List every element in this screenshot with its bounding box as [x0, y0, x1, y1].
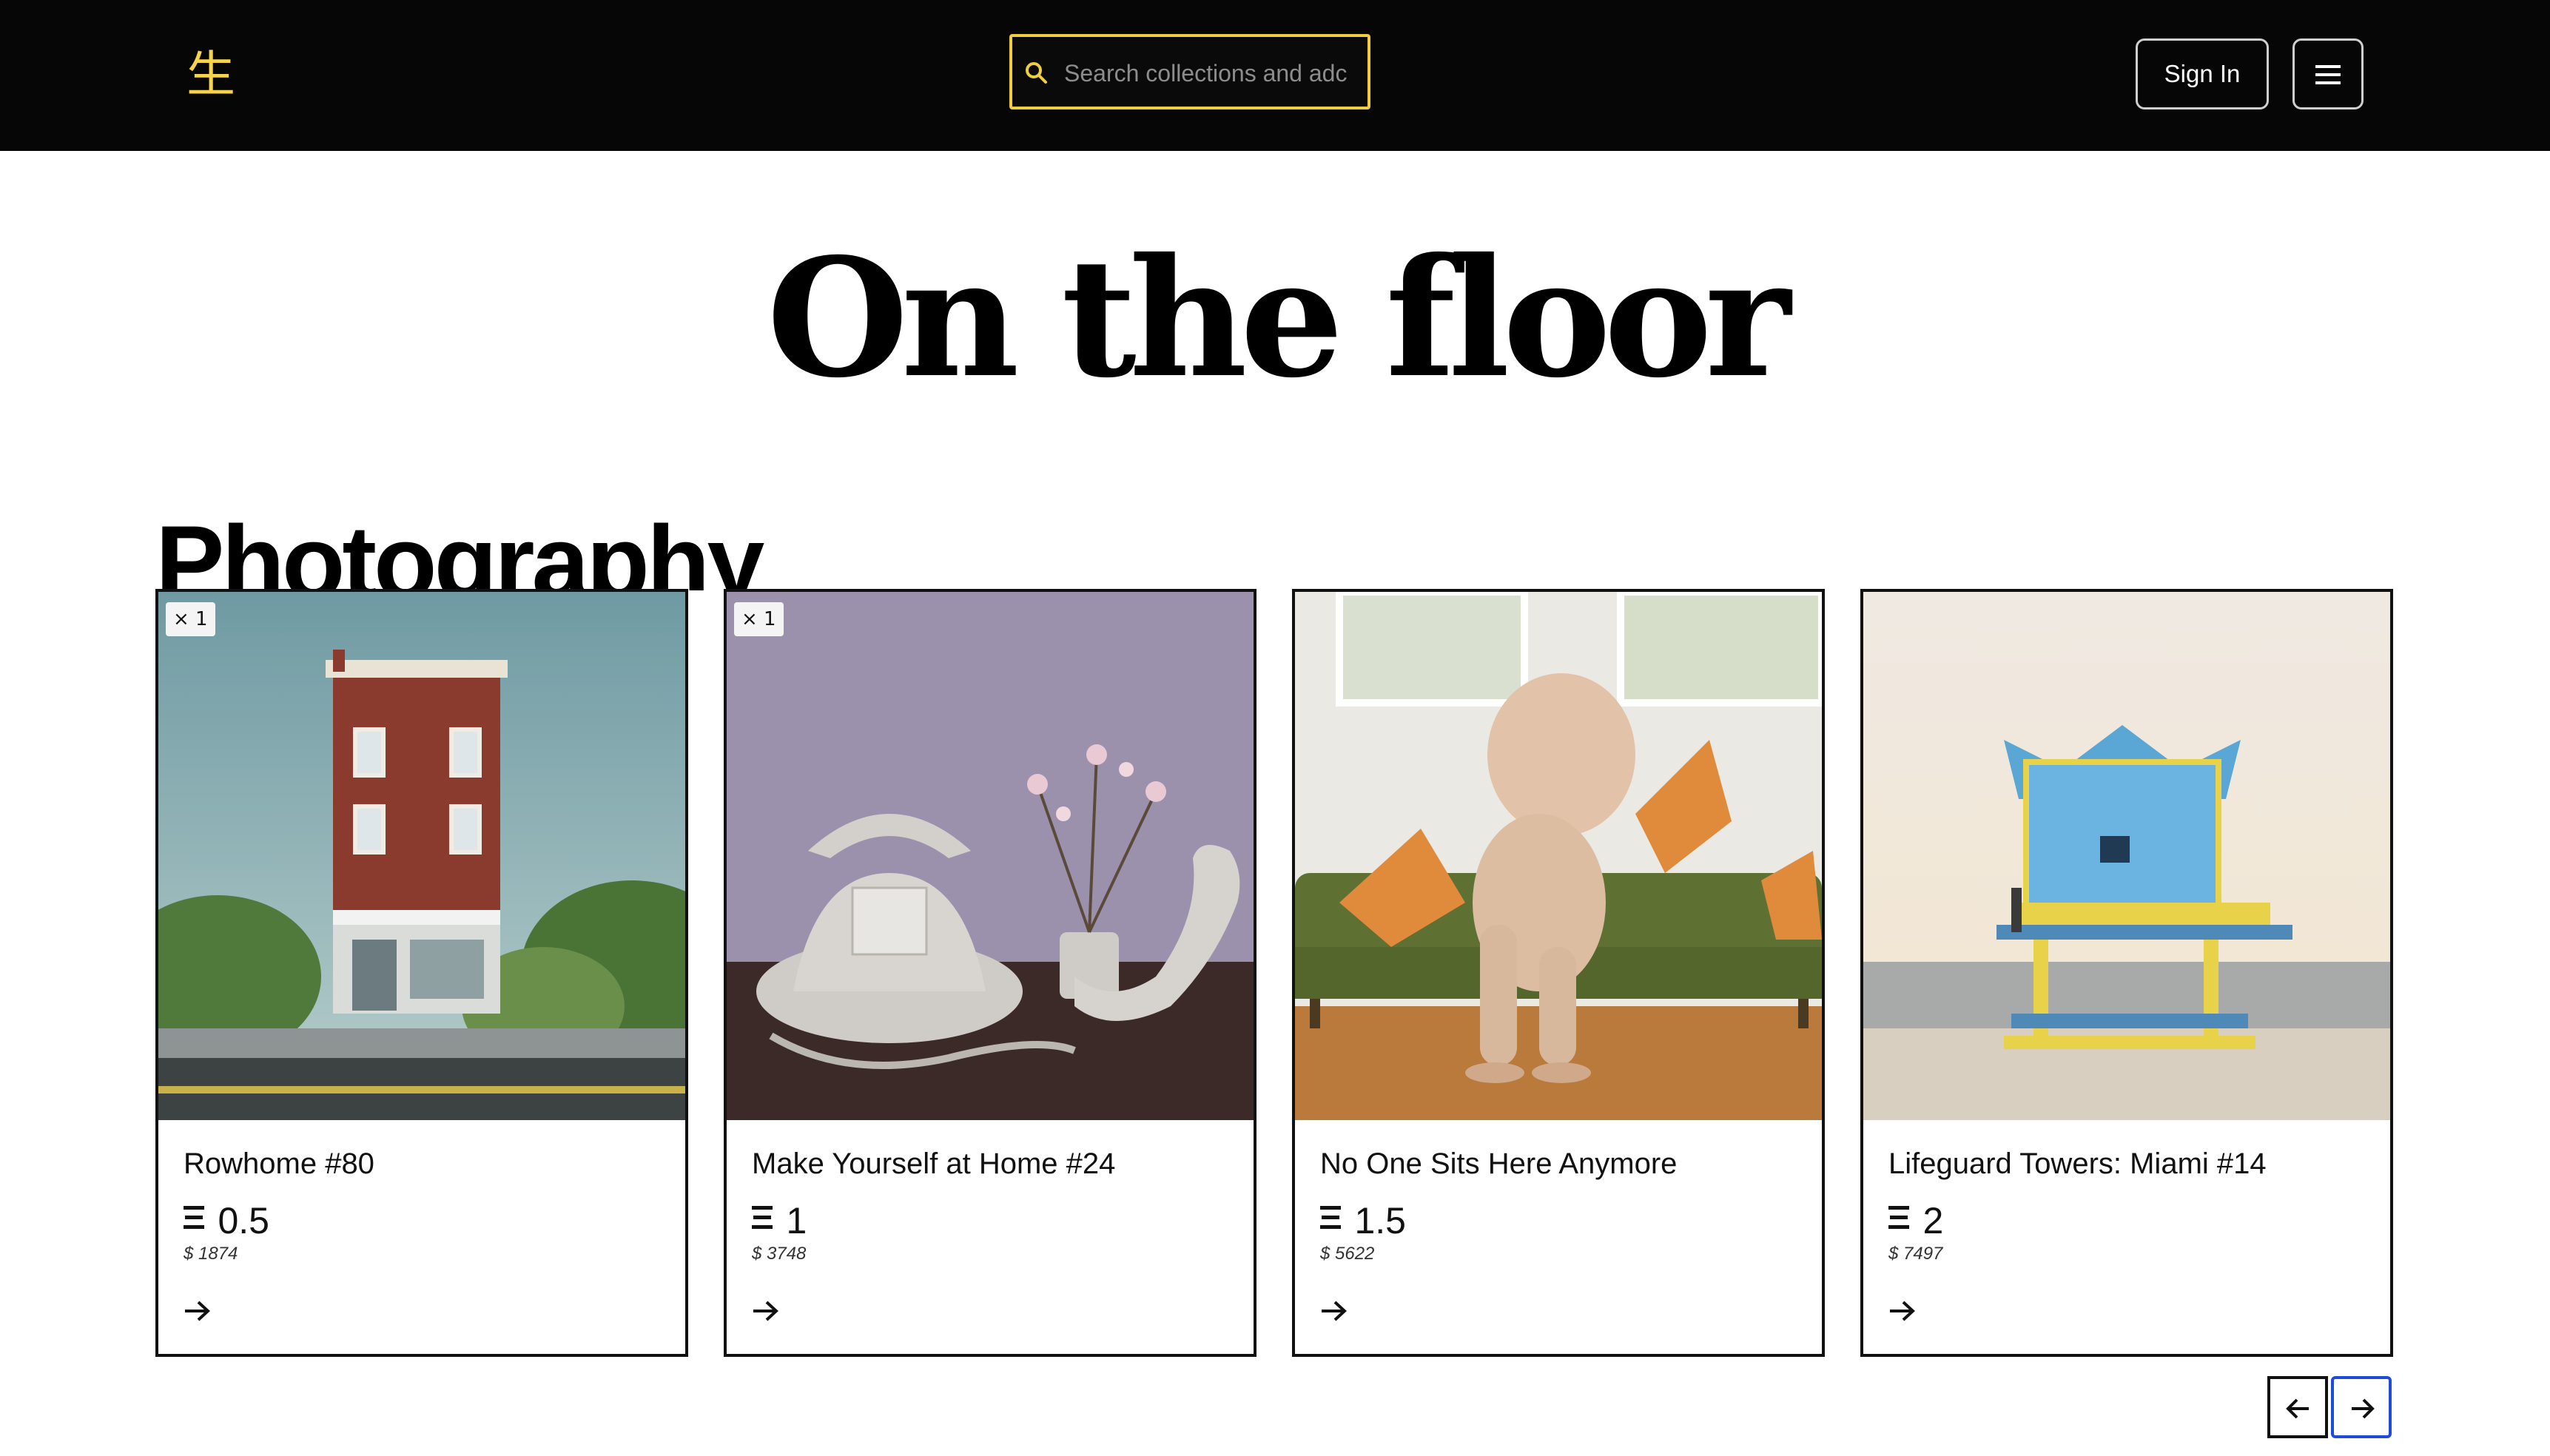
artwork-image[interactable]: [158, 592, 685, 1120]
edition-count-badge: × 1: [166, 602, 215, 636]
arrow-right-icon: [2352, 1398, 2375, 1419]
price-row: 1: [752, 1199, 807, 1243]
artwork-title[interactable]: Rowhome #80: [184, 1145, 374, 1182]
arrow-left-icon: [2286, 1398, 2309, 1419]
usd-price: $ 7497: [1888, 1244, 1943, 1264]
artwork-card[interactable]: × 1 Rowhome #80 0.5 $ 1874: [155, 589, 688, 1357]
menu-button[interactable]: [2292, 38, 2364, 109]
artwork-image[interactable]: [1295, 592, 1822, 1120]
ethereum-icon: [752, 1206, 773, 1229]
artwork-image[interactable]: [727, 592, 1254, 1120]
top-navigation-bar: 生 Sign In: [0, 0, 2550, 151]
section-title: Photography: [155, 504, 764, 590]
price-row: 0.5: [184, 1199, 269, 1243]
artwork-title[interactable]: No One Sits Here Anymore: [1320, 1145, 1677, 1182]
carousel-prev-button[interactable]: [2267, 1376, 2328, 1438]
artwork-card[interactable]: No One Sits Here Anymore 1.5 $ 5622: [1292, 589, 1825, 1357]
artwork-card[interactable]: Lifeguard Towers: Miami #14 2 $ 7497: [1860, 589, 2393, 1357]
usd-price: $ 5622: [1320, 1244, 1375, 1264]
carousel-next-button[interactable]: [2331, 1376, 2392, 1438]
search-input[interactable]: [1063, 53, 1362, 93]
price-row: 2: [1888, 1199, 1943, 1243]
usd-price: $ 3748: [752, 1244, 807, 1264]
ethereum-icon: [184, 1206, 204, 1229]
price-value: 0.5: [218, 1200, 269, 1241]
price-value: 2: [1922, 1200, 1944, 1241]
page-title: On the floor: [767, 222, 1791, 414]
usd-price: $ 1874: [184, 1244, 238, 1264]
price-value: 1: [786, 1200, 807, 1241]
sign-in-button[interactable]: Sign In: [2136, 38, 2269, 109]
arrow-right-icon[interactable]: [749, 1296, 781, 1326]
ethereum-icon: [1888, 1206, 1909, 1229]
ethereum-icon: [1320, 1206, 1341, 1229]
search-box[interactable]: [1009, 34, 1370, 109]
search-icon: [1026, 62, 1047, 84]
arrow-right-icon[interactable]: [181, 1296, 213, 1326]
artwork-card[interactable]: × 1 Make Yourself at Home #24 1 $ 3748: [724, 589, 1257, 1357]
arrow-right-icon[interactable]: [1885, 1296, 1918, 1326]
artwork-title[interactable]: Make Yourself at Home #24: [752, 1145, 1115, 1182]
site-logo[interactable]: 生: [185, 41, 237, 108]
edition-count-badge: × 1: [734, 602, 784, 636]
price-row: 1.5: [1320, 1199, 1406, 1243]
hamburger-menu-icon: [2315, 65, 2341, 84]
price-value: 1.5: [1354, 1200, 1406, 1241]
artwork-image[interactable]: [1863, 592, 2390, 1120]
section-heading: Photography: [155, 503, 821, 590]
arrow-right-icon[interactable]: [1317, 1296, 1350, 1326]
artwork-title[interactable]: Lifeguard Towers: Miami #14: [1888, 1145, 2267, 1182]
